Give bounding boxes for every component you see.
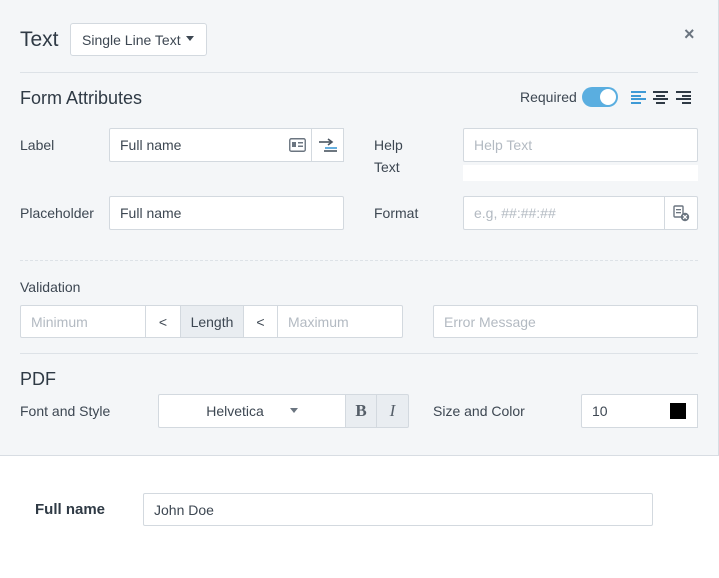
- format-input[interactable]: [463, 196, 665, 230]
- caret-down-icon: [289, 407, 298, 413]
- font-value: Helvetica: [206, 403, 264, 419]
- color-picker-button[interactable]: [659, 394, 698, 428]
- font-select[interactable]: Helvetica: [158, 394, 346, 428]
- label-field-label: Label: [20, 137, 55, 153]
- help-text-input[interactable]: [463, 128, 698, 162]
- color-swatch: [670, 403, 686, 419]
- form-attributes-title: Form Attributes: [20, 88, 143, 108]
- contact-card-icon[interactable]: [289, 138, 306, 152]
- dashed-divider: [20, 260, 698, 261]
- field-type-label: Single Line Text: [82, 31, 181, 48]
- divider: [20, 353, 698, 354]
- bold-button[interactable]: B: [345, 394, 377, 428]
- preview-input[interactable]: [143, 493, 653, 526]
- error-message-input[interactable]: [433, 305, 698, 338]
- clear-format-button[interactable]: [664, 196, 698, 230]
- caret-down-icon: [185, 36, 194, 41]
- field-type-dropdown[interactable]: Single Line Text: [70, 23, 207, 56]
- format-label: Format: [374, 205, 419, 221]
- size-color-label: Size and Color: [433, 403, 525, 419]
- help-text-label-line1: Help: [374, 137, 403, 153]
- close-icon[interactable]: ×: [684, 24, 695, 45]
- align-left-icon[interactable]: [631, 91, 646, 104]
- validation-label: Validation: [20, 279, 81, 295]
- swap-arrows-icon: [318, 138, 337, 152]
- font-style-label: Font and Style: [20, 403, 111, 419]
- align-center-icon[interactable]: [653, 91, 668, 104]
- maximum-input[interactable]: [277, 305, 403, 338]
- label-input[interactable]: [109, 128, 312, 162]
- panel-title: Text: [20, 28, 59, 51]
- field-settings-panel: Text Single Line Text × Form Attributes …: [0, 0, 719, 456]
- required-label: Required: [520, 89, 577, 105]
- length-label: Length: [180, 305, 244, 338]
- pdf-title: PDF: [20, 369, 56, 389]
- less-than-2: <: [243, 305, 278, 338]
- align-right-icon[interactable]: [676, 91, 691, 104]
- insert-variable-button[interactable]: [311, 128, 344, 162]
- divider: [20, 72, 698, 73]
- required-toggle[interactable]: [582, 87, 618, 107]
- help-text-label-line2: Text: [374, 159, 400, 175]
- help-text-extension: [463, 165, 698, 181]
- placeholder-field-label: Placeholder: [20, 205, 94, 221]
- toggle-knob: [600, 89, 616, 105]
- minimum-input[interactable]: [20, 305, 146, 338]
- format-clear-icon: [673, 205, 690, 222]
- less-than-1: <: [145, 305, 181, 338]
- font-size-input[interactable]: [581, 394, 660, 428]
- italic-button[interactable]: I: [376, 394, 409, 428]
- preview-field-label: Full name: [35, 501, 106, 518]
- placeholder-input[interactable]: [109, 196, 344, 230]
